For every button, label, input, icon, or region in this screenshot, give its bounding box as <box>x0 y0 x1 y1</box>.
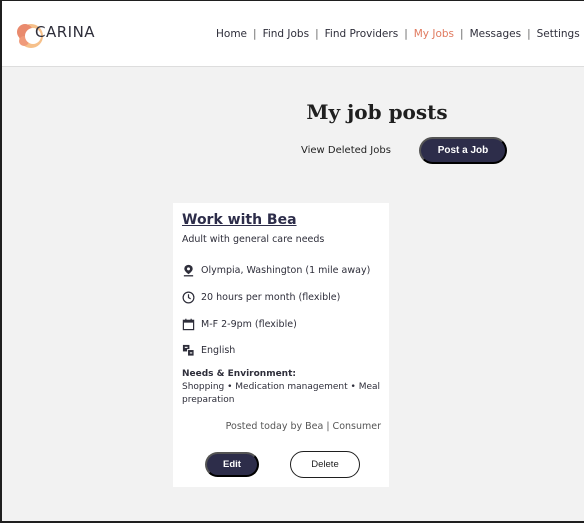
nav-find-jobs[interactable]: Find Jobs <box>263 28 310 40</box>
job-subtitle: Adult with general care needs <box>182 234 325 245</box>
clock-icon <box>182 291 195 304</box>
nav-my-jobs[interactable]: My Jobs <box>414 28 454 40</box>
job-language: English <box>201 345 236 356</box>
needs-list: Shopping • Medication management • Meal … <box>182 382 381 405</box>
job-schedule-row: M-F 2-9pm (flexible) <box>182 318 297 331</box>
needs-label: Needs & Environment: <box>182 369 296 379</box>
nav-find-providers[interactable]: Find Providers <box>325 28 399 40</box>
nav-separator: | <box>315 28 319 40</box>
nav-separator: | <box>460 28 464 40</box>
job-schedule: M-F 2-9pm (flexible) <box>201 319 297 330</box>
top-header: CARINA Home | Find Jobs | Find Providers… <box>2 1 584 67</box>
job-card: Work with Bea Adult with general care ne… <box>173 203 389 487</box>
delete-job-button[interactable]: Delete <box>290 451 360 478</box>
nav-settings[interactable]: Settings <box>537 28 580 40</box>
page-title: My job posts <box>0 100 584 124</box>
location-pin-icon <box>183 264 194 277</box>
job-location: Olympia, Washington (1 mile away) <box>201 265 371 276</box>
calendar-icon <box>182 318 195 331</box>
nav-separator: | <box>404 28 408 40</box>
main-nav: Home | Find Jobs | Find Providers | My J… <box>216 28 580 40</box>
job-location-row: Olympia, Washington (1 mile away) <box>182 264 370 277</box>
job-title-link[interactable]: Work with Bea <box>182 212 297 228</box>
brand-name[interactable]: CARINA <box>35 23 95 41</box>
nav-messages[interactable]: Messages <box>470 28 522 40</box>
nav-separator: | <box>253 28 257 40</box>
view-deleted-jobs-link[interactable]: View Deleted Jobs <box>301 145 391 156</box>
nav-home[interactable]: Home <box>216 28 247 40</box>
posted-info: Posted today by Bea | Consumer <box>225 421 381 432</box>
post-job-button[interactable]: Post a Job <box>419 137 507 164</box>
job-language-row: English <box>182 344 235 357</box>
translate-icon <box>182 344 195 357</box>
page-title-text: My job posts <box>306 100 448 124</box>
job-hours-row: 20 hours per month (flexible) <box>182 291 340 304</box>
job-hours: 20 hours per month (flexible) <box>201 292 341 303</box>
edit-job-button[interactable]: Edit <box>205 452 259 477</box>
nav-separator: | <box>527 28 531 40</box>
